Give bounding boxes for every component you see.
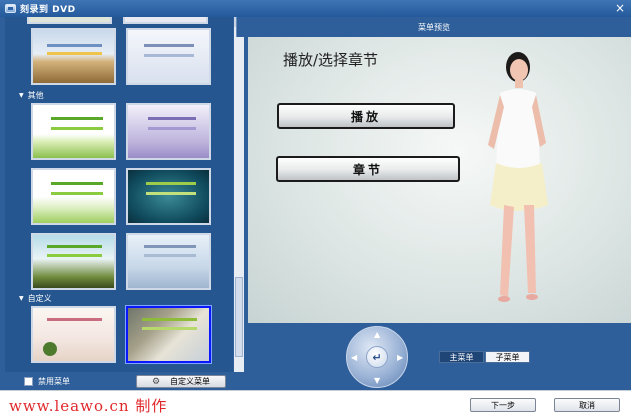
- template-panel-footer: 禁用菜单 ⚙ 自定义菜单: [0, 373, 248, 390]
- template-panel: ▼ 其他 ▼ 自定义: [0, 17, 248, 390]
- template-thumbnail[interactable]: [31, 28, 116, 85]
- disable-menu-checkbox[interactable]: [24, 377, 33, 386]
- window-title: 刻录到 DVD: [20, 5, 76, 15]
- template-list: ▼ 其他 ▼ 自定义: [5, 17, 233, 372]
- arrow-left-icon[interactable]: ◀: [351, 354, 357, 362]
- template-thumbnail[interactable]: [126, 103, 211, 160]
- gear-icon: ⚙: [151, 376, 161, 387]
- navigation-panel: ▲ ▼ ◀ ▶ ↵ 主菜单 子菜单: [248, 323, 631, 390]
- model-photo: [488, 52, 548, 302]
- chapter-button-label: 章节: [352, 162, 383, 177]
- app-icon: [5, 4, 16, 13]
- chapter-button[interactable]: 章节: [276, 156, 460, 182]
- cancel-button-label: 取消: [579, 400, 595, 410]
- menu-preview: 播放/选择章节 播放 章节: [248, 37, 631, 323]
- play-button[interactable]: 播放: [277, 103, 455, 129]
- arrow-up-icon[interactable]: ▲: [374, 331, 380, 339]
- preview-header: 菜单预览: [236, 17, 631, 37]
- next-button[interactable]: 下一步: [470, 398, 536, 412]
- title-bar: 刻录到 DVD ×: [0, 0, 631, 17]
- template-thumbnail[interactable]: [126, 28, 211, 85]
- next-button-label: 下一步: [491, 400, 515, 410]
- template-thumbnail[interactable]: [126, 233, 211, 290]
- template-thumbnail[interactable]: [27, 17, 112, 24]
- navigation-pad[interactable]: ▲ ▼ ◀ ▶ ↵: [346, 326, 408, 388]
- preview-header-label: 菜单预览: [418, 22, 450, 32]
- tab-sub-menu[interactable]: 子菜单: [485, 351, 530, 363]
- template-thumbnail[interactable]: [31, 233, 116, 290]
- scroll-thumb[interactable]: [235, 277, 243, 357]
- play-button-label: 播放: [350, 109, 381, 124]
- tab-main-menu[interactable]: 主菜单: [439, 351, 484, 363]
- preview-title: 播放/选择章节: [283, 51, 379, 69]
- template-thumbnail[interactable]: [123, 17, 208, 24]
- template-thumbnail[interactable]: [31, 168, 116, 225]
- close-icon[interactable]: ×: [615, 1, 625, 15]
- arrow-right-icon[interactable]: ▶: [397, 354, 403, 362]
- template-thumbnail-selected[interactable]: [126, 306, 211, 363]
- cancel-button[interactable]: 取消: [554, 398, 620, 412]
- section-custom[interactable]: ▼ 自定义: [19, 293, 52, 304]
- template-thumbnail[interactable]: [31, 103, 116, 160]
- template-scrollbar[interactable]: ▲: [234, 17, 244, 372]
- enter-button[interactable]: ↵: [366, 346, 388, 368]
- template-thumbnail[interactable]: [31, 306, 116, 363]
- custom-menu-button-label: 自定义菜单: [170, 377, 211, 386]
- enter-icon: ↵: [372, 350, 382, 364]
- section-other[interactable]: ▼ 其他: [19, 90, 44, 101]
- bottom-bar: www.leawo.cn 制作 下一步 取消: [0, 390, 631, 418]
- watermark: www.leawo.cn 制作: [9, 397, 168, 415]
- custom-menu-button[interactable]: ⚙ 自定义菜单: [136, 375, 226, 388]
- tab-main-menu-label: 主菜单: [449, 352, 474, 362]
- disable-menu-label: 禁用菜单: [38, 377, 70, 386]
- arrow-down-icon[interactable]: ▼: [374, 377, 380, 385]
- tab-sub-menu-label: 子菜单: [495, 352, 520, 362]
- template-thumbnail[interactable]: [126, 168, 211, 225]
